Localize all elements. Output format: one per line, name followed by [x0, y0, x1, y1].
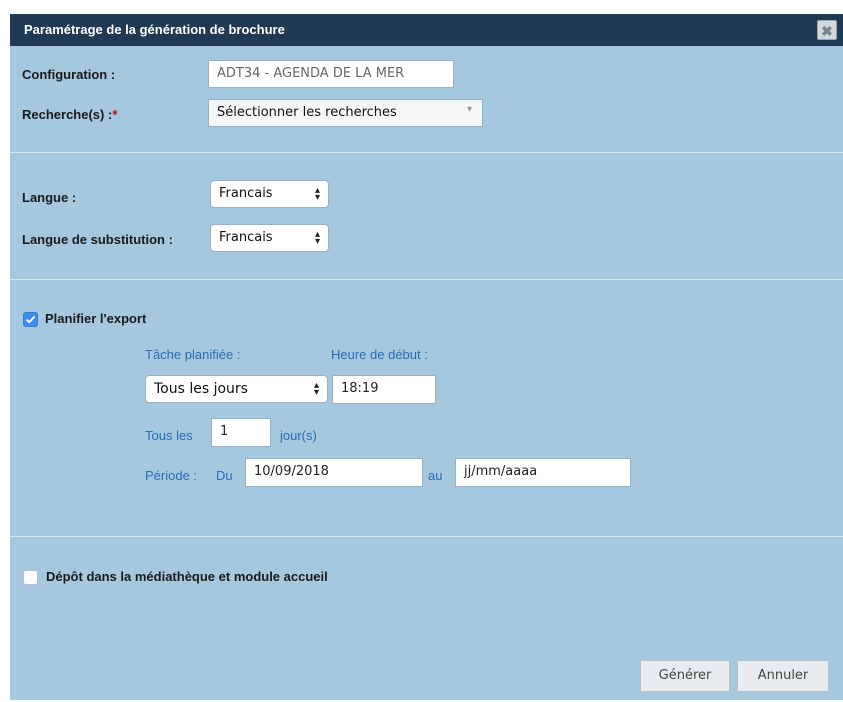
dialog-title: Paramétrage de la génération de brochure: [24, 22, 285, 37]
du-label: Du: [216, 468, 233, 483]
planifier-checkbox[interactable]: [23, 312, 38, 327]
recherches-select[interactable]: Sélectionner les recherches ▾: [208, 99, 483, 127]
heure-debut-label: Heure de début :: [331, 347, 428, 362]
frequency-input[interactable]: 1: [211, 418, 271, 447]
depot-label: Dépôt dans la médiathèque et module accu…: [46, 569, 328, 584]
chevron-down-icon: ▾: [466, 104, 472, 115]
select-arrows-icon: ▴ ▾: [314, 229, 320, 247]
tache-planifiee-label: Tâche planifiée :: [145, 347, 241, 362]
divider-1: [10, 152, 843, 153]
select-arrows-icon: ▴ ▾: [314, 185, 320, 203]
divider-3: [10, 536, 843, 537]
recherches-select-value: Sélectionner les recherches: [217, 105, 397, 120]
heure-debut-input[interactable]: 18:19: [332, 375, 436, 404]
au-label: au: [428, 468, 443, 483]
close-icon: ✖: [821, 23, 833, 39]
langue-label: Langue :: [22, 190, 77, 205]
select-arrows-icon: ▴ ▾: [313, 380, 319, 398]
tache-planifiee-select-value: Tous les jours: [154, 381, 248, 397]
date-debut-input[interactable]: 10/09/2018: [245, 458, 423, 487]
langue-substitution-select-value: Francais: [219, 230, 273, 245]
jours-label: jour(s): [280, 428, 317, 443]
depot-checkbox[interactable]: [23, 570, 38, 585]
planifier-label: Planifier l'export: [45, 311, 147, 326]
tache-planifiee-select[interactable]: Tous les jours ▴ ▾: [145, 375, 328, 403]
required-asterisk: *: [112, 107, 118, 122]
generer-button[interactable]: Générer: [640, 660, 730, 692]
langue-select-value: Francais: [219, 186, 273, 201]
divider-2: [10, 279, 843, 280]
periode-label: Période :: [145, 468, 198, 483]
date-fin-input[interactable]: jj/mm/aaaa: [455, 458, 631, 487]
langue-substitution-select[interactable]: Francais ▴ ▾: [210, 224, 329, 252]
dialog-titlebar: Paramétrage de la génération de brochure…: [10, 14, 843, 46]
langue-select[interactable]: Francais ▴ ▾: [210, 180, 329, 208]
brochure-settings-dialog: Paramétrage de la génération de brochure…: [10, 14, 843, 700]
close-button[interactable]: ✖: [817, 20, 837, 40]
checkmark-icon: [25, 315, 36, 324]
recherches-label: Recherche(s) :*: [22, 107, 118, 122]
configuration-label: Configuration :: [22, 67, 116, 82]
annuler-button[interactable]: Annuler: [737, 660, 829, 692]
configuration-field[interactable]: ADT34 - AGENDA DE LA MER: [208, 60, 454, 88]
langue-substitution-label: Langue de substitution :: [22, 232, 173, 247]
tous-les-label: Tous les: [145, 428, 193, 443]
